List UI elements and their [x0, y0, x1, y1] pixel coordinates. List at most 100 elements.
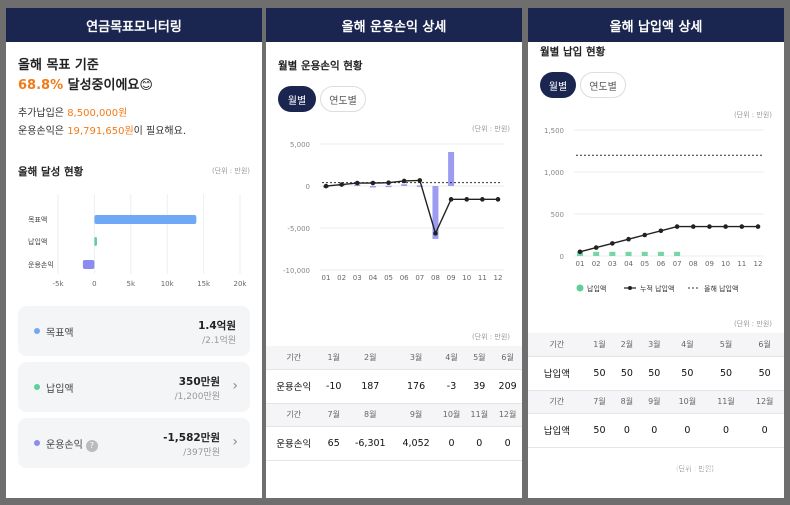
- x-tick-label: 02: [592, 260, 601, 268]
- bar-03: [609, 251, 616, 256]
- tab-yearly[interactable]: 연도별: [580, 72, 626, 98]
- watermark-text: 웹이코노미: [644, 456, 736, 481]
- cumulative-point-04: [626, 236, 631, 242]
- period-header: 기간: [528, 333, 586, 357]
- cumulative-point-05: [386, 180, 391, 186]
- bar-목표액: [94, 215, 197, 224]
- y-tick-label: 500: [551, 211, 564, 219]
- period-header: 기간: [266, 403, 322, 427]
- cumulative-point-12: [495, 197, 501, 202]
- card-label: 납입액: [46, 384, 74, 395]
- cumulative-point-07: [417, 178, 423, 183]
- x-tick-label: 08: [689, 260, 698, 268]
- x-tick-label: 06: [400, 274, 409, 282]
- payment-table: 기간 1월 2월 3월 4월 5월 6월 납입액 50 50 50 50 50 50 기간 7월 8월 9월 1…: [528, 333, 784, 448]
- extra-payment-line: 추가납입은 8,500,000원: [18, 104, 127, 119]
- table-cell: 0: [640, 413, 669, 448]
- month-header: 10월: [437, 403, 466, 427]
- card-investment-profit[interactable]: 운용손익? -1,582만원 /397만원 ›: [18, 418, 250, 468]
- month-header: 4월: [437, 346, 466, 370]
- month-header: 12월: [493, 403, 522, 427]
- goal-title: 올해 목표 기준: [18, 58, 99, 73]
- tab-monthly[interactable]: 월별: [278, 86, 316, 112]
- cumulative-point-11: [739, 224, 745, 229]
- month-header: 1월: [321, 346, 347, 370]
- y-tick-label: 0: [306, 183, 310, 191]
- table-cell: 187: [346, 369, 395, 404]
- bar-02: [593, 251, 600, 256]
- watermark-logo: WE: [606, 452, 638, 482]
- cumulative-point-10: [464, 197, 470, 202]
- profit-table: 기간 1월 2월 3월 4월 5월 6월 운용손익 -10 187 176 -3 39 209 기간 7월…: [266, 346, 522, 461]
- legend-line-dot: [628, 286, 632, 290]
- extra-payment-prefix: 추가납입은: [18, 108, 68, 119]
- cumulative-line: [579, 225, 758, 253]
- card-label-text: 운용손익: [46, 440, 83, 451]
- chart2-unit: (단위 : 만원): [471, 125, 510, 133]
- bar-04: [369, 186, 376, 188]
- cumulative-point-06: [401, 178, 407, 184]
- achievement-section-title: 올해 달성 현황: [18, 166, 84, 178]
- table-cell: 65: [321, 426, 347, 461]
- tab-monthly[interactable]: 월별: [540, 72, 576, 98]
- profit-dot: [34, 440, 40, 446]
- y-tick-label: 1,500: [544, 127, 564, 135]
- chevron-right-icon[interactable]: ›: [232, 434, 238, 450]
- x-tick-label: 05: [384, 274, 393, 282]
- table-cell: 4,052: [394, 426, 438, 461]
- cumulative-point-08: [690, 224, 696, 229]
- card-target-amount: 목표액 1.4억원 /2.1억원: [18, 306, 250, 356]
- monthly-payment-title: 월별 납입 현황: [540, 46, 606, 58]
- achievement-unit: (단위 : 만원): [211, 167, 250, 175]
- bar-05: [385, 185, 392, 188]
- y-category-label: 납입액: [28, 237, 47, 246]
- month-header: 11월: [465, 403, 494, 427]
- table2-unit: (단위 : 만원): [471, 333, 510, 341]
- cumulative-line: [325, 179, 498, 236]
- y-tick-label: -10,000: [283, 267, 310, 275]
- x-tick-label: 10: [721, 260, 730, 268]
- period-header: 기간: [266, 346, 322, 370]
- x-tick-label: 12: [494, 274, 503, 282]
- x-tick-label: -5k: [52, 280, 64, 288]
- x-tick-label: 01: [576, 260, 585, 268]
- cumulative-point-01: [323, 183, 329, 189]
- chevron-right-icon[interactable]: ›: [232, 378, 238, 394]
- period-header: 기간: [528, 390, 586, 414]
- table-cell: -6,301: [346, 426, 395, 461]
- x-tick-label: 05: [640, 260, 649, 268]
- table-cell: 50: [668, 356, 707, 391]
- month-header: 6월: [493, 346, 522, 370]
- bar-07: [674, 251, 681, 256]
- month-header: 8월: [613, 390, 641, 414]
- table-cell: 50: [745, 356, 784, 391]
- month-header: 5월: [465, 346, 494, 370]
- table-cell: 0: [668, 413, 707, 448]
- bar-05: [641, 251, 648, 256]
- month-header: 3월: [640, 333, 669, 357]
- cumulative-point-05: [642, 232, 648, 238]
- card-payment-amount[interactable]: 납입액 350만원 /1,200만원 ›: [18, 362, 250, 412]
- table-cell: 50: [613, 356, 641, 391]
- card-label: 운용손익?: [46, 436, 98, 452]
- table-cell: 0: [706, 413, 746, 448]
- month-header: 3월: [394, 346, 438, 370]
- y-tick-label: 0: [560, 253, 564, 261]
- extra-payment-value: 8,500,000원: [67, 108, 128, 119]
- panel1-header: 연금목표모니터링: [6, 8, 262, 42]
- x-tick-label: 5k: [127, 280, 136, 288]
- panel2-header: 올해 운용손익 상세: [266, 8, 522, 42]
- x-tick-label: 15k: [197, 280, 211, 288]
- card-value: 350만원: [178, 376, 220, 388]
- table-cell: 50: [706, 356, 746, 391]
- smile-emoji-icon: 😊: [139, 78, 153, 93]
- month-header: 7월: [321, 403, 347, 427]
- cumulative-point-09: [707, 224, 712, 229]
- card-label: 목표액: [46, 328, 74, 339]
- tab-yearly[interactable]: 연도별: [320, 86, 366, 112]
- table-cell: 50: [640, 356, 669, 391]
- month-header: 1월: [585, 333, 614, 357]
- x-tick-label: 02: [337, 274, 346, 282]
- help-icon[interactable]: ?: [85, 440, 98, 452]
- table-cell: -3: [437, 369, 466, 404]
